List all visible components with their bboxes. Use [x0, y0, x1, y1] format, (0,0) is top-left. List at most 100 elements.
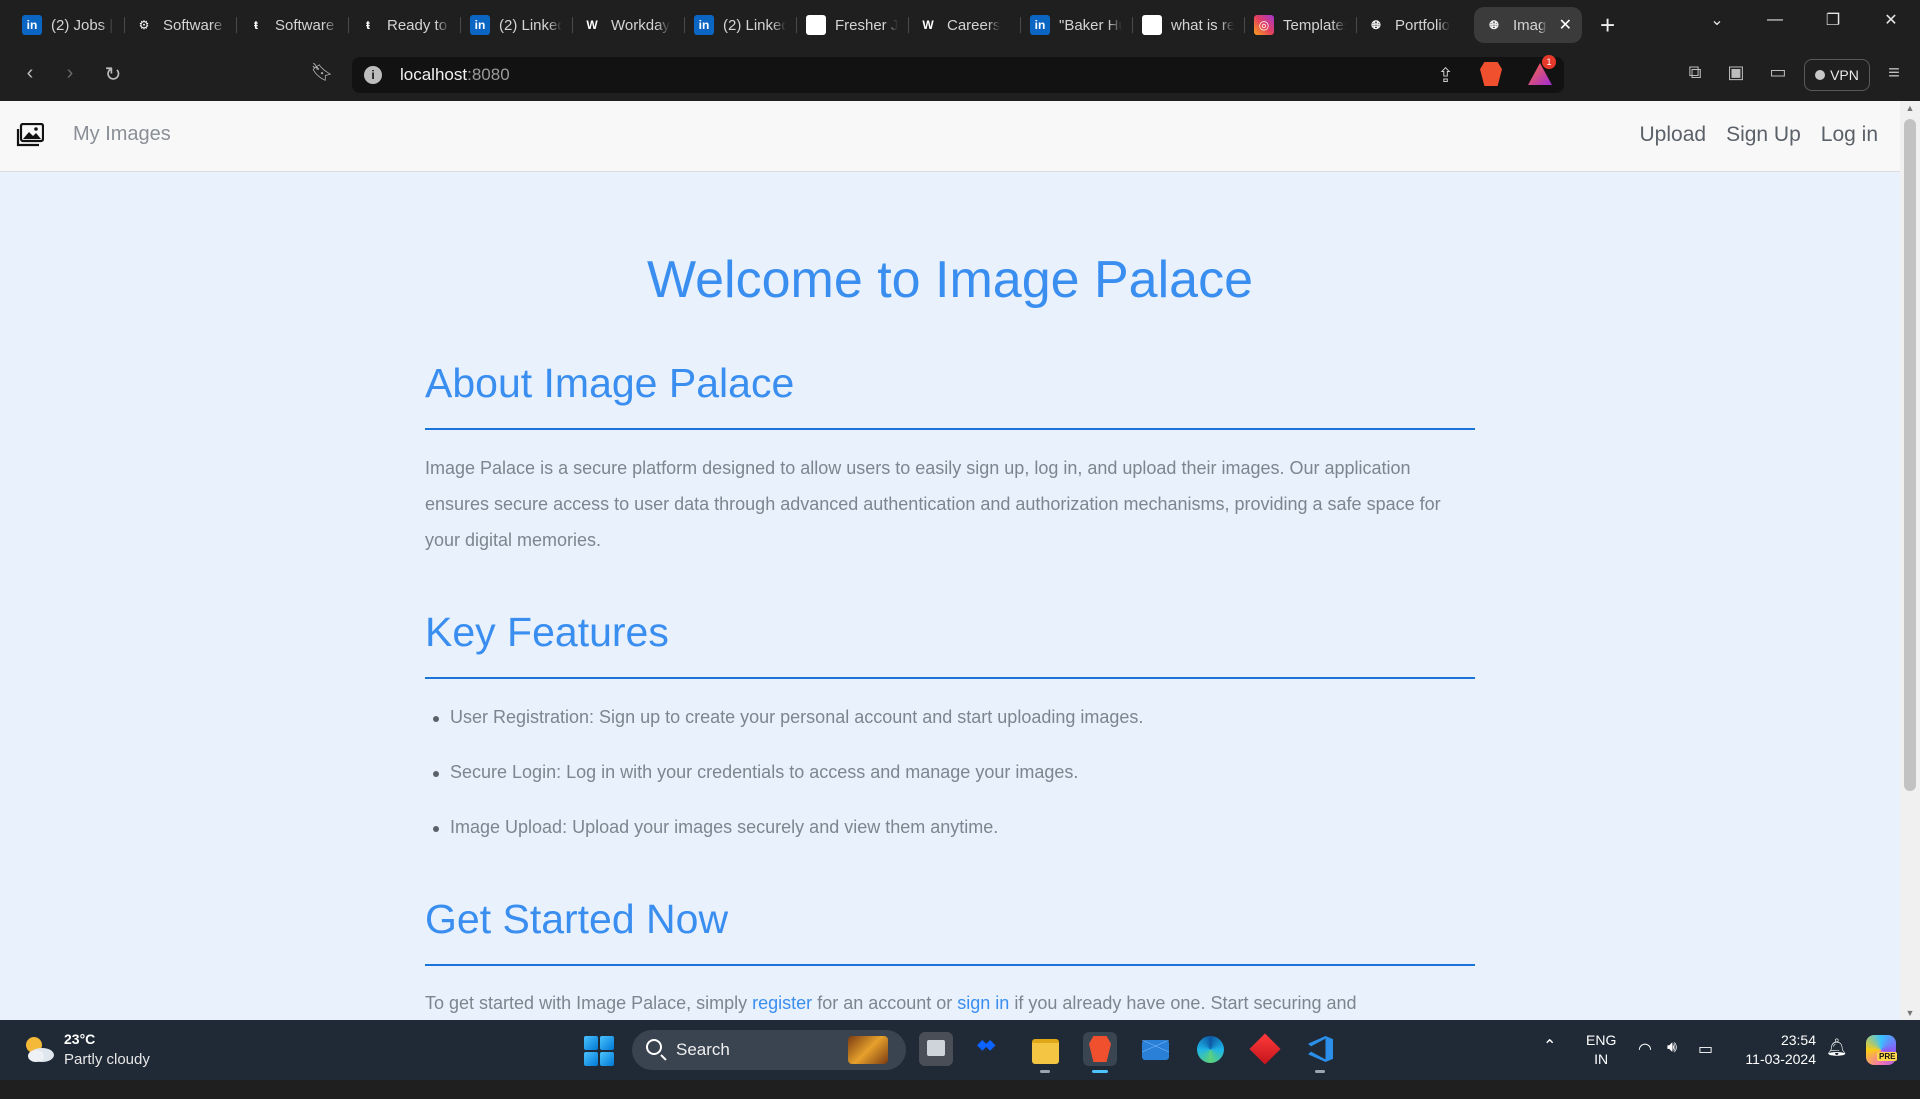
- site-navbar: My Images Upload Sign Up Log in: [0, 101, 1900, 172]
- edge-browser-icon[interactable]: [1193, 1032, 1227, 1066]
- search-highlight-image: [848, 1036, 888, 1064]
- clock-date: 11-03-2024: [1745, 1051, 1816, 1067]
- region-code: IN: [1594, 1051, 1609, 1067]
- notification-bell-icon[interactable]: 🔔︎: [1826, 1038, 1848, 1098]
- workday-icon: W: [586, 18, 598, 32]
- page-scrollbar[interactable]: ▲ ▼: [1900, 101, 1920, 1020]
- vpn-label: VPN: [1830, 67, 1859, 83]
- search-icon: [646, 1039, 662, 1055]
- browser-tab[interactable]: ⚙Software Engineer: [124, 7, 236, 43]
- scroll-down-arrow[interactable]: ▼: [1904, 1008, 1916, 1018]
- share-icon[interactable]: ⇪: [1437, 63, 1454, 88]
- copilot-badge: PRE: [1877, 1052, 1898, 1061]
- vpn-button[interactable]: VPN: [1804, 59, 1870, 91]
- nav-upload-link[interactable]: Upload: [1640, 123, 1707, 147]
- partly-cloudy-icon[interactable]: [22, 1034, 56, 1064]
- windows-logo-tile: [584, 1052, 598, 1066]
- instagram-icon: ◎: [1254, 15, 1274, 35]
- scroll-thumb[interactable]: [1904, 119, 1916, 791]
- windows-logo-tile: [600, 1036, 614, 1050]
- extensions-icon[interactable]: ⧉: [1681, 62, 1709, 83]
- new-tab-button[interactable]: +: [1600, 10, 1615, 41]
- browser-tab[interactable]: W Workday: [572, 7, 684, 43]
- get-started-divider: [425, 964, 1475, 966]
- feature-item: Image Upload: Upload your images securel…: [432, 817, 1143, 872]
- tab-strip: in(2) Jobs | LinkedIn ⚙Software Engineer…: [0, 0, 1920, 50]
- browser-tab[interactable]: ŧReady to apply: [348, 7, 460, 43]
- wifi-icon[interactable]: ◠: [1638, 1039, 1652, 1099]
- browser-tab[interactable]: W Careers: [908, 7, 1020, 43]
- get-started-text: if you already have one. Start securing …: [1009, 993, 1357, 1013]
- back-button[interactable]: ‹: [16, 62, 44, 85]
- browser-tab[interactable]: in"Baker Hughes": [1020, 7, 1132, 43]
- browser-tab[interactable]: in(2) LinkedIn: [460, 7, 572, 43]
- show-hidden-icons-chevron-icon[interactable]: ⌃: [1543, 1036, 1556, 1096]
- volume-icon[interactable]: 🔊︎: [1667, 1039, 1677, 1099]
- window-controls: ⌄ — ❐ ✕: [1688, 0, 1920, 40]
- sidebar-icon[interactable]: ▣: [1722, 62, 1750, 83]
- browser-tab[interactable]: 🌐︎ Portfolio: [1356, 7, 1468, 43]
- site-info-icon[interactable]: i: [364, 66, 382, 84]
- windows-taskbar: 23°C Partly cloudy Search ⌃ ENGIN ◠ 🔊︎ ▭…: [0, 1020, 1920, 1080]
- feature-item: User Registration: Sign up to create you…: [432, 707, 1143, 762]
- menu-icon[interactable]: ≡: [1880, 62, 1908, 85]
- forward-button[interactable]: ›: [56, 62, 84, 85]
- google-icon: G: [1142, 15, 1162, 35]
- vscode-icon[interactable]: [1303, 1032, 1337, 1073]
- brave-browser-icon[interactable]: [1083, 1032, 1117, 1073]
- browser-tab[interactable]: in(2) LinkedIn: [684, 7, 796, 43]
- browser-tab[interactable]: AFresher Jobs: [796, 7, 908, 43]
- language-code: ENG: [1586, 1032, 1617, 1048]
- mail-icon[interactable]: [1138, 1032, 1172, 1066]
- nav-my-images-link[interactable]: My Images: [73, 123, 171, 146]
- file-explorer-icon[interactable]: [1028, 1032, 1062, 1073]
- get-started-text: To get started with Image Palace, simply: [425, 993, 753, 1013]
- browser-tab[interactable]: ŧSoftware Developer: [236, 7, 348, 43]
- wallet-icon[interactable]: ▭: [1764, 62, 1792, 83]
- globe-icon: 🌐︎: [1371, 17, 1381, 32]
- taskbar-search[interactable]: Search: [632, 1030, 906, 1070]
- nav-log-in-link[interactable]: Log in: [1821, 123, 1878, 147]
- minimize-button[interactable]: —: [1746, 11, 1804, 29]
- task-view-icon[interactable]: [919, 1032, 953, 1066]
- url-port: :8080: [467, 65, 510, 84]
- register-link[interactable]: register: [752, 993, 812, 1013]
- t-logo-icon: ŧ: [254, 18, 258, 32]
- scroll-up-arrow[interactable]: ▲: [1904, 103, 1916, 113]
- about-paragraph: Image Palace is a secure platform design…: [425, 458, 1441, 550]
- browser-tab-active[interactable]: 🌐︎Image Palace✕: [1474, 7, 1582, 43]
- clock[interactable]: 23:54 11-03-2024: [1736, 1031, 1816, 1091]
- about-divider: [425, 428, 1475, 430]
- sign-in-link[interactable]: sign in: [957, 993, 1009, 1013]
- globe-icon: 🌐︎: [1489, 17, 1499, 32]
- images-icon[interactable]: [16, 123, 44, 147]
- nav-sign-up-link[interactable]: Sign Up: [1726, 123, 1801, 147]
- weather-description[interactable]: Partly cloudy: [64, 1051, 150, 1068]
- browser-tab[interactable]: Gwhat is rest api: [1132, 7, 1244, 43]
- tab-search-chevron-icon[interactable]: ⌄: [1688, 10, 1746, 30]
- bookmark-icon[interactable]: 🔖︎: [308, 62, 336, 83]
- windows-logo-tile: [600, 1052, 614, 1066]
- address-bar[interactable]: i localhost:8080 ⇪ 1: [352, 55, 1564, 93]
- browser-tab[interactable]: ◎ Templates: [1244, 7, 1356, 43]
- weather-temperature[interactable]: 23°C: [64, 1031, 95, 1047]
- close-tab-icon[interactable]: ✕: [1559, 15, 1572, 35]
- close-window-button[interactable]: ✕: [1862, 10, 1920, 30]
- workday-icon: W: [922, 18, 934, 32]
- nav-right-links: Upload Sign Up Log in: [1640, 123, 1879, 147]
- url-host: localhost: [400, 65, 468, 84]
- battery-icon[interactable]: ▭: [1698, 1039, 1713, 1099]
- brave-shields-icon[interactable]: [1480, 62, 1502, 86]
- language-indicator[interactable]: ENG IN: [1586, 1031, 1616, 1091]
- ruby-gem-icon[interactable]: [1248, 1032, 1282, 1066]
- rewards-badge: 1: [1542, 55, 1556, 69]
- restore-button[interactable]: ❐: [1804, 10, 1862, 30]
- copilot-icon[interactable]: PRE: [1866, 1035, 1898, 1065]
- start-button[interactable]: [584, 1036, 614, 1066]
- dropbox-icon[interactable]: [973, 1032, 1007, 1066]
- browser-tab[interactable]: in(2) Jobs | LinkedIn: [12, 7, 124, 43]
- get-started-paragraph: To get started with Image Palace, simply…: [425, 985, 1475, 1020]
- reload-button[interactable]: ↻: [99, 62, 127, 87]
- features-divider: [425, 677, 1475, 679]
- url-text[interactable]: localhost:8080: [400, 65, 510, 85]
